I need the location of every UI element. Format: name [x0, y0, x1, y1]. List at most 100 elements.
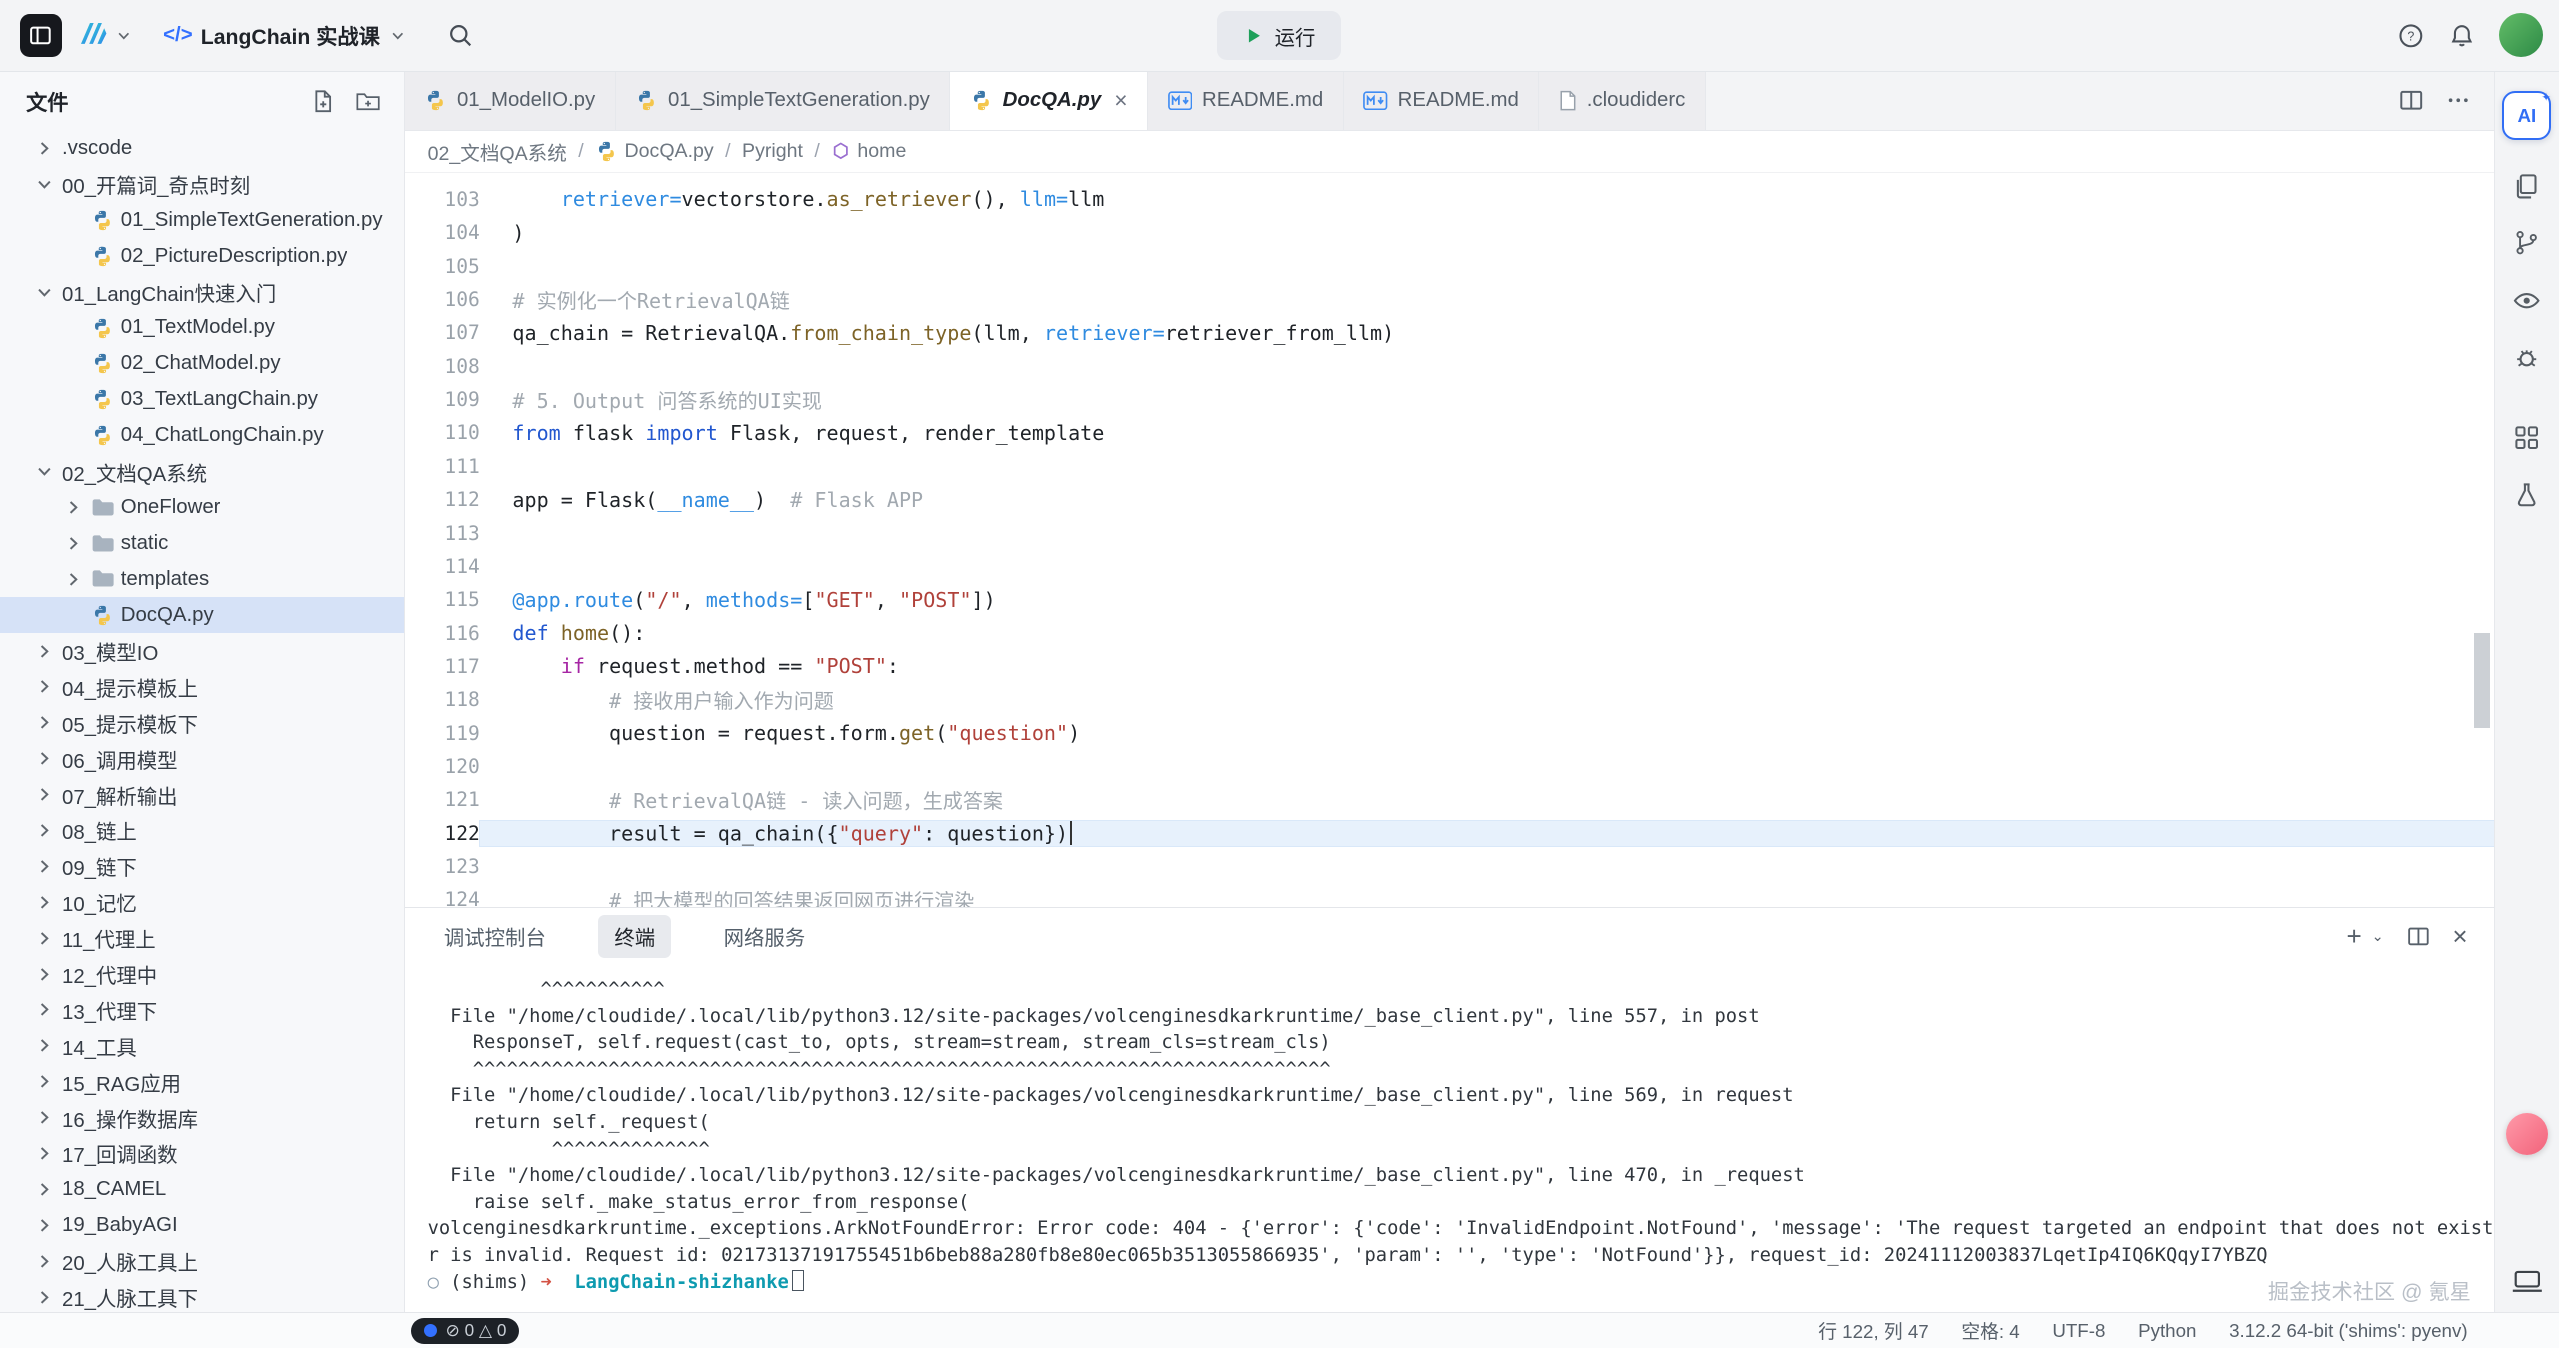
- status-item[interactable]: 空格: 4: [1961, 1317, 2019, 1344]
- breadcrumb-item-home[interactable]: home: [831, 140, 906, 163]
- tree-item-03_模型IO[interactable]: 03_模型IO: [0, 633, 404, 669]
- tree-item-21_人脉工具下[interactable]: 21_人脉工具下: [0, 1279, 404, 1312]
- code-line-112[interactable]: 112app = Flask(__name__) # Flask APP: [405, 483, 2494, 516]
- tree-item-01_TextModel.py[interactable]: 01_TextModel.py: [0, 310, 404, 346]
- tree-item-04_提示模板上[interactable]: 04_提示模板上: [0, 669, 404, 705]
- docs-panel-button[interactable]: [2504, 163, 2550, 209]
- device-laptop-icon[interactable]: [2511, 1269, 2544, 1302]
- code-line-113[interactable]: 113: [405, 516, 2494, 549]
- code-line-116[interactable]: 116def home():: [405, 616, 2494, 649]
- tree-item-15_RAG应用[interactable]: 15_RAG应用: [0, 1064, 404, 1100]
- tree-item-01_SimpleTextGeneration.py[interactable]: 01_SimpleTextGeneration.py: [0, 202, 404, 238]
- panel-tab-调试控制台[interactable]: 调试控制台: [428, 915, 563, 958]
- layout-toggle-button[interactable]: [20, 14, 62, 56]
- tree-item-00_开篇词_奇点时刻[interactable]: 00_开篇词_奇点时刻: [0, 166, 404, 202]
- code-line-118[interactable]: 118 # 接收用户输入作为问题: [405, 683, 2494, 716]
- code-line-119[interactable]: 119 question = request.form.get("questio…: [405, 717, 2494, 750]
- code-line-124[interactable]: 124 # 把大模型的回答结果返回网页进行渲染: [405, 883, 2494, 907]
- code-line-106[interactable]: 106# 实例化一个RetrievalQA链: [405, 283, 2494, 316]
- tree-item-01_LangChain快速入门[interactable]: 01_LangChain快速入门: [0, 274, 404, 310]
- code-line-120[interactable]: 120: [405, 750, 2494, 783]
- preview-eye-button[interactable]: [2504, 277, 2550, 323]
- code-line-121[interactable]: 121 # RetrievalQA链 - 读入问题，生成答案: [405, 783, 2494, 816]
- editor-tab-.cloudiderc[interactable]: .cloudiderc: [1539, 72, 1705, 130]
- close-panel-button[interactable]: ×: [2452, 923, 2467, 949]
- tree-item-templates[interactable]: templates: [0, 561, 404, 597]
- tree-item-13_代理下[interactable]: 13_代理下: [0, 992, 404, 1028]
- code-line-115[interactable]: 115@app.route("/", methods=["GET", "POST…: [405, 583, 2494, 616]
- code-line-107[interactable]: 107qa_chain = RetrievalQA.from_chain_typ…: [405, 316, 2494, 349]
- new-folder-button[interactable]: [355, 89, 381, 113]
- tree-item-12_代理中[interactable]: 12_代理中: [0, 956, 404, 992]
- support-floating-button[interactable]: [2506, 1113, 2548, 1155]
- new-terminal-button[interactable]: +: [2346, 923, 2361, 949]
- editor-tab-01_SimpleTextGeneration.py[interactable]: 01_SimpleTextGeneration.py: [616, 72, 951, 130]
- panel-tab-网络服务[interactable]: 网络服务: [707, 915, 821, 958]
- notifications-bell-button[interactable]: [2448, 22, 2476, 50]
- code-line-122[interactable]: 122 result = qa_chain({"query": question…: [405, 817, 2494, 850]
- editor-tab-README.md[interactable]: README.md: [1148, 72, 1344, 130]
- search-button[interactable]: [447, 22, 475, 50]
- editor-tab-README.md[interactable]: README.md: [1344, 72, 1540, 130]
- ide-logo-menu[interactable]: [75, 17, 134, 53]
- code-line-109[interactable]: 109# 5. Output 问答系统的UI实现: [405, 383, 2494, 416]
- breadcrumb-item-DocQA.py[interactable]: DocQA.py: [595, 140, 714, 163]
- code-line-103[interactable]: 103 retriever=vectorstore.as_retriever()…: [405, 183, 2494, 216]
- status-item[interactable]: Python: [2138, 1320, 2196, 1342]
- editor-scrollbar-thumb[interactable]: [2474, 633, 2490, 728]
- tree-item-14_工具[interactable]: 14_工具: [0, 1028, 404, 1064]
- code-line-117[interactable]: 117 if request.method == "POST":: [405, 650, 2494, 683]
- tree-item-07_解析输出[interactable]: 07_解析输出: [0, 777, 404, 813]
- run-button[interactable]: 运行: [1217, 11, 1341, 60]
- tree-item-03_TextLangChain.py[interactable]: 03_TextLangChain.py: [0, 382, 404, 418]
- code-line-108[interactable]: 108: [405, 350, 2494, 383]
- editor-tab-DocQA.py[interactable]: DocQA.py×: [950, 72, 1148, 130]
- tree-item-09_链下[interactable]: 09_链下: [0, 848, 404, 884]
- code-line-114[interactable]: 114: [405, 550, 2494, 583]
- tree-item-DocQA.py[interactable]: DocQA.py: [0, 597, 404, 633]
- tree-item-20_人脉工具上[interactable]: 20_人脉工具上: [0, 1243, 404, 1279]
- code-editor[interactable]: 103 retriever=vectorstore.as_retriever()…: [405, 173, 2494, 907]
- tree-item-18_CAMEL[interactable]: 18_CAMEL: [0, 1171, 404, 1207]
- status-item[interactable]: UTF-8: [2052, 1320, 2105, 1342]
- split-terminal-button[interactable]: [2407, 925, 2430, 948]
- code-line-105[interactable]: 105: [405, 249, 2494, 282]
- terminal-dropdown-icon[interactable]: ⌄: [2372, 928, 2384, 945]
- more-actions-button[interactable]: [2446, 88, 2470, 112]
- tree-item-05_提示模板下[interactable]: 05_提示模板下: [0, 705, 404, 741]
- tree-item-static[interactable]: static: [0, 525, 404, 561]
- code-line-111[interactable]: 111: [405, 450, 2494, 483]
- ai-assistant-button[interactable]: AI ✦: [2502, 91, 2551, 140]
- tree-item-.vscode[interactable]: .vscode: [0, 131, 404, 167]
- panel-tab-终端[interactable]: 终端: [598, 915, 671, 958]
- tree-item-08_链上[interactable]: 08_链上: [0, 812, 404, 848]
- source-control-button[interactable]: [2504, 220, 2550, 266]
- workspace-switcher[interactable]: </> LangChain 实战课: [163, 20, 407, 51]
- code-line-110[interactable]: 110from flask import Flask, request, ren…: [405, 416, 2494, 449]
- breadcrumb-item-02_文档QA系统[interactable]: 02_文档QA系统: [428, 137, 567, 166]
- status-item[interactable]: 行 122, 列 47: [1818, 1317, 1928, 1344]
- close-tab-icon[interactable]: ×: [1114, 89, 1127, 112]
- tree-item-02_PictureDescription.py[interactable]: 02_PictureDescription.py: [0, 238, 404, 274]
- test-beaker-button[interactable]: [2504, 472, 2550, 518]
- tree-item-OneFlower[interactable]: OneFlower: [0, 489, 404, 525]
- tree-item-19_BabyAGI[interactable]: 19_BabyAGI: [0, 1207, 404, 1243]
- terminal-view[interactable]: ^^^^^^^^^^^ File "/home/cloudide/.local/…: [405, 964, 2494, 1312]
- debug-bug-button[interactable]: [2504, 335, 2550, 381]
- split-editor-button[interactable]: [2399, 88, 2423, 112]
- code-line-104[interactable]: 104): [405, 216, 2494, 249]
- ide-status-pill[interactable]: ⊘ 0 △ 0: [411, 1318, 519, 1344]
- code-line-123[interactable]: 123: [405, 850, 2494, 883]
- tree-item-06_调用模型[interactable]: 06_调用模型: [0, 741, 404, 777]
- tree-item-11_代理上[interactable]: 11_代理上: [0, 920, 404, 956]
- tree-item-02_文档QA系统[interactable]: 02_文档QA系统: [0, 454, 404, 490]
- breadcrumb-item-Pyright[interactable]: Pyright: [742, 140, 803, 163]
- tree-item-16_操作数据库[interactable]: 16_操作数据库: [0, 1100, 404, 1136]
- help-button[interactable]: ?: [2397, 22, 2425, 50]
- tree-item-10_记忆[interactable]: 10_记忆: [0, 884, 404, 920]
- tree-item-04_ChatLongChain.py[interactable]: 04_ChatLongChain.py: [0, 418, 404, 454]
- extensions-grid-button[interactable]: [2504, 414, 2550, 460]
- new-file-button[interactable]: [311, 89, 335, 113]
- tree-item-02_ChatModel.py[interactable]: 02_ChatModel.py: [0, 346, 404, 382]
- tree-item-17_回调函数[interactable]: 17_回调函数: [0, 1135, 404, 1171]
